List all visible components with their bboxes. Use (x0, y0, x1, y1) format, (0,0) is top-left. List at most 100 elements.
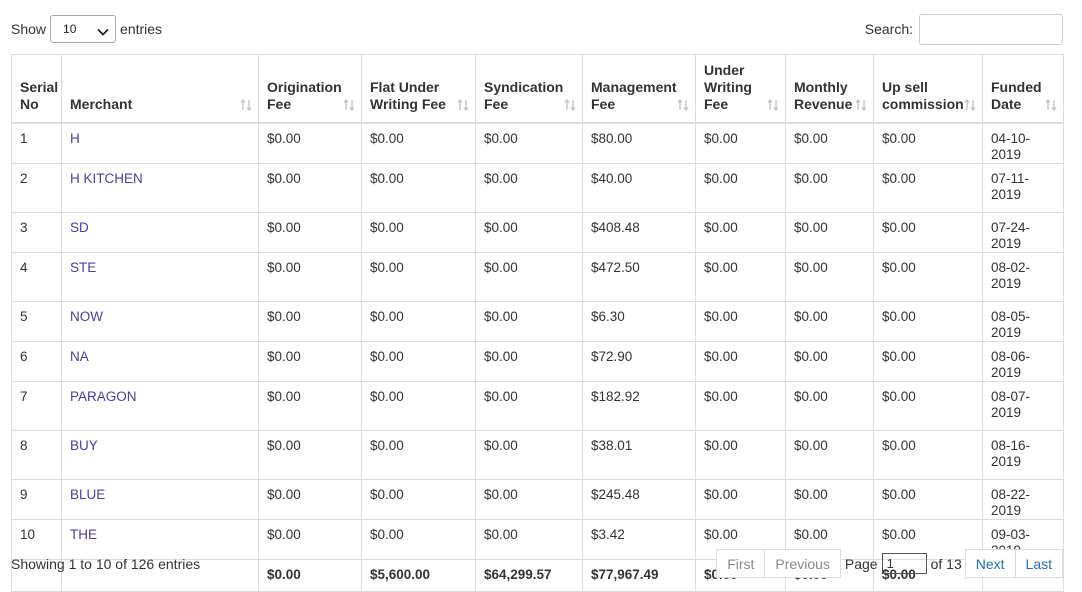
previous-page-button[interactable]: Previous (764, 549, 841, 578)
table-body: 1 H $0.00 $0.00 $0.00 $80.00 $0.00 $0.00 $0.00 04… (11, 122, 1064, 560)
merchant-link[interactable]: H KITCHEN (70, 171, 143, 186)
cell-syndication: $0.00 (475, 429, 583, 480)
merchant-link[interactable]: PARAGON (70, 389, 137, 404)
length-menu: Show 10 entries (11, 14, 162, 44)
cell-upsell: $0.00 (873, 478, 983, 520)
cell-serial: 9 (11, 478, 62, 520)
cell-syndication: $0.00 (475, 122, 583, 164)
column-header-label: Fee (484, 95, 509, 112)
column-header-label: Syndication (484, 78, 564, 95)
cell-merchant: THE (61, 518, 259, 560)
cell-merchant: H KITCHEN (61, 162, 259, 213)
cell-management: $6.30 (582, 300, 696, 342)
page-label: Page (844, 555, 878, 572)
cell-merchant: NOW (61, 300, 259, 342)
merchant-link[interactable]: SD (70, 220, 89, 235)
column-header-label: Merchant (70, 95, 133, 112)
header-row: Serial No Merchant Origination Fee Flat Under… (11, 54, 1064, 124)
search-input[interactable] (919, 13, 1063, 45)
total-syndication: $64,299.57 (475, 558, 583, 592)
table-controls: Show 10 entries Search: (11, 13, 1063, 45)
pagination: First Previous Page 1 of 13 Next Last (716, 549, 1063, 578)
cell-monthly: $0.00 (785, 340, 874, 382)
cell-management: $182.92 (582, 380, 696, 431)
cell-merchant: BUY (61, 429, 259, 480)
table-row: 4 STE $0.00 $0.00 $0.00 $472.50 $0.00 $0.00 $0.0… (11, 251, 1064, 302)
cell-syndication: $0.00 (475, 211, 583, 253)
column-header-funded[interactable]: Funded Date (982, 54, 1064, 124)
cell-funded: 04-10-2019 (982, 122, 1064, 164)
cell-monthly: $0.00 (785, 122, 874, 164)
sort-arrows-icon (1045, 98, 1057, 112)
column-header-under-writing[interactable]: Under Writing Fee (695, 54, 786, 124)
cell-under-writing: $0.00 (695, 380, 786, 431)
cell-funded: 08-05-2019 (982, 300, 1064, 342)
column-header-label: Writing Fee (370, 95, 446, 112)
cell-under-writing: $0.00 (695, 211, 786, 253)
cell-management: $472.50 (582, 251, 696, 302)
cell-management: $80.00 (582, 122, 696, 164)
column-header-syndication[interactable]: Syndication Fee (475, 54, 583, 124)
cell-serial: 1 (11, 122, 62, 164)
column-header-label: Origination (267, 78, 342, 95)
cell-serial: 8 (11, 429, 62, 480)
page-jump: Page 1 of 13 (841, 549, 966, 578)
page-count-label: of 13 (930, 555, 962, 572)
cell-monthly: $0.00 (785, 478, 874, 520)
column-header-label: Revenue (794, 95, 853, 112)
cell-upsell: $0.00 (873, 429, 983, 480)
column-header-label: Writing (704, 78, 752, 95)
table-row: 8 BUY $0.00 $0.00 $0.00 $38.01 $0.00 $0.00 $0.00… (11, 429, 1064, 480)
column-header-origination[interactable]: Origination Fee (258, 54, 362, 124)
cell-merchant: STE (61, 251, 259, 302)
table-row: 7 PARAGON $0.00 $0.00 $0.00 $182.92 $0.00 $0.00… (11, 380, 1064, 431)
page-number-input[interactable]: 1 (881, 553, 927, 574)
column-header-upsell[interactable]: Up sell commission (873, 54, 983, 124)
cell-management: $38.01 (582, 429, 696, 480)
column-header-label: Monthly (794, 78, 848, 95)
merchant-link[interactable]: THE (70, 527, 97, 542)
entries-label: entries (120, 21, 163, 37)
sort-arrows-icon (677, 98, 689, 112)
column-header-monthly[interactable]: Monthly Revenue (785, 54, 874, 124)
search-box: Search: (865, 13, 1063, 45)
cell-serial: 5 (11, 300, 62, 342)
cell-funded: 08-02-2019 (982, 251, 1064, 302)
entries-select[interactable]: 10 (50, 15, 117, 43)
column-header-label: Funded (991, 78, 1042, 95)
cell-merchant: H (61, 122, 259, 164)
cell-upsell: $0.00 (873, 300, 983, 342)
column-header-label: Fee (591, 95, 616, 112)
cell-origination: $0.00 (258, 211, 362, 253)
first-page-button[interactable]: First (716, 549, 766, 578)
cell-funded: 07-11-2019 (982, 162, 1064, 213)
column-header-management[interactable]: Management Fee (582, 54, 696, 124)
cell-serial: 2 (11, 162, 62, 213)
cell-merchant: SD (61, 211, 259, 253)
cell-monthly: $0.00 (785, 251, 874, 302)
cell-serial: 3 (11, 211, 62, 253)
cell-serial: 4 (11, 251, 62, 302)
table-row: 6 NA $0.00 $0.00 $0.00 $72.90 $0.00 $0.00 $0.00 0… (11, 340, 1064, 382)
column-header-label: No (20, 95, 39, 112)
next-page-button[interactable]: Next (964, 549, 1016, 578)
cell-serial: 10 (11, 518, 62, 560)
merchant-link[interactable]: NA (70, 349, 89, 364)
cell-syndication: $0.00 (475, 340, 583, 382)
merchant-link[interactable]: BUY (70, 438, 98, 453)
merchant-link[interactable]: STE (70, 260, 96, 275)
merchant-link[interactable]: H (70, 131, 80, 146)
sort-arrows-icon (855, 98, 867, 112)
cell-origination: $0.00 (258, 122, 362, 164)
cell-upsell: $0.00 (873, 251, 983, 302)
column-header-flat-under[interactable]: Flat Under Writing Fee (361, 54, 476, 124)
merchant-link[interactable]: NOW (70, 309, 103, 324)
cell-monthly: $0.00 (785, 380, 874, 431)
last-page-button[interactable]: Last (1014, 549, 1063, 578)
cell-funded: 08-22-2019 (982, 478, 1064, 520)
column-header-label: Fee (704, 95, 729, 112)
cell-origination: $0.00 (258, 162, 362, 213)
cell-upsell: $0.00 (873, 122, 983, 164)
merchant-link[interactable]: BLUE (70, 487, 105, 502)
column-header-merchant[interactable]: Merchant (61, 54, 259, 124)
